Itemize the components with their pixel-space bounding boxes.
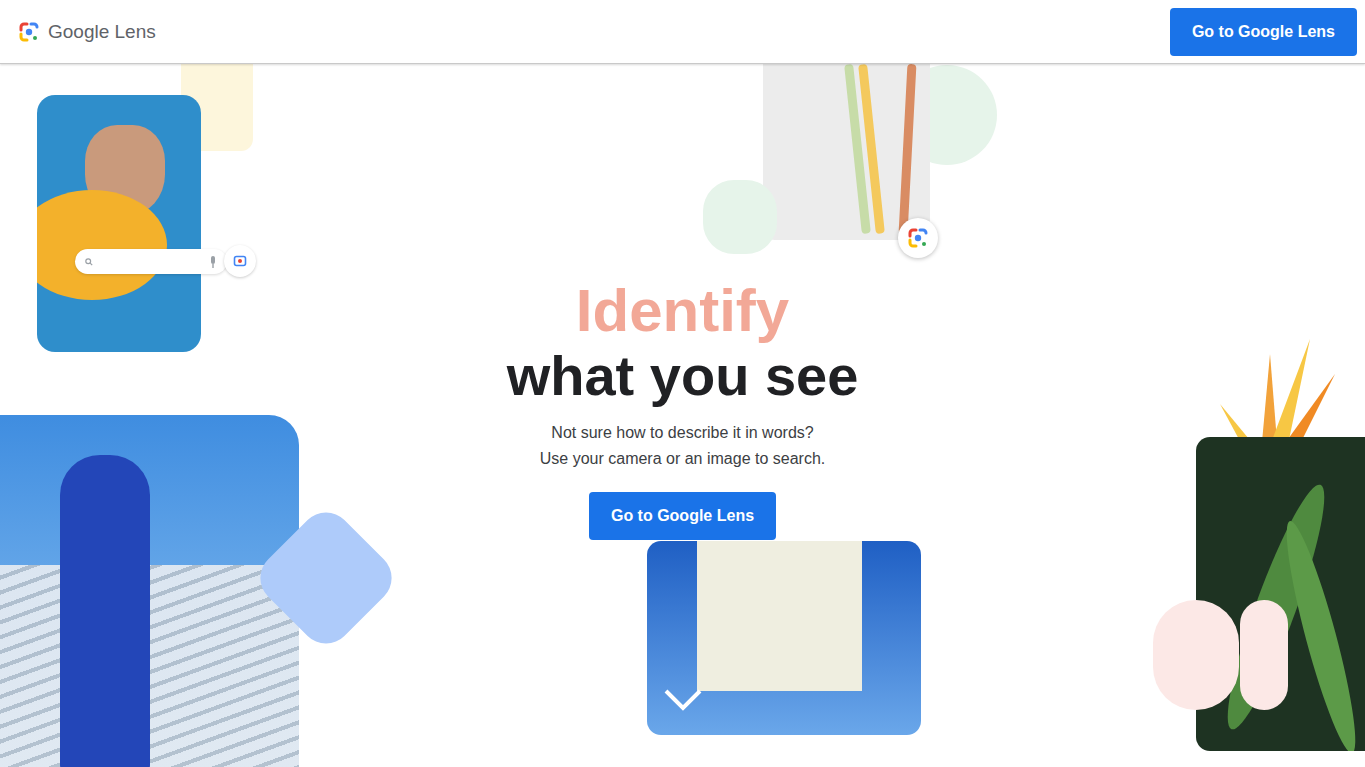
chevron-down-icon[interactable] — [663, 688, 703, 712]
subtitle-line: Use your camera or an image to search. — [540, 446, 825, 472]
hero-content: Identify what you see Not sure how to de… — [0, 64, 1365, 540]
flower-photo — [1196, 437, 1365, 751]
hero: Identify what you see Not sure how to de… — [0, 64, 1365, 767]
green-flower-shape — [703, 180, 777, 254]
camera-button-illustration — [224, 245, 256, 277]
google-lens-logo-icon — [18, 21, 40, 43]
subtitle-line: Not sure how to describe it in words? — [551, 420, 813, 446]
lens-camera-icon — [233, 254, 247, 268]
lens-badge — [898, 218, 938, 258]
hero-title: what you see — [507, 344, 859, 408]
brand[interactable]: Google Lens — [18, 21, 156, 43]
math-notes-photo — [763, 64, 930, 240]
pink-shape — [1240, 600, 1288, 710]
search-icon — [85, 258, 93, 266]
search-bar-illustration — [75, 249, 227, 274]
pink-shape — [1153, 600, 1239, 710]
korean-note-photo — [647, 541, 921, 735]
logo-text: Google Lens — [48, 21, 156, 43]
hero-cta-button[interactable]: Go to Google Lens — [589, 492, 776, 540]
hero-subtitle: Not sure how to describe it in words?Use… — [540, 420, 825, 472]
header-cta-button[interactable]: Go to Google Lens — [1170, 8, 1357, 56]
page: Google Lens Go to Google Lens Identify w… — [0, 0, 1365, 767]
google-lens-icon — [907, 227, 929, 249]
hero-highlight: Identify — [576, 278, 789, 344]
fashion-photo — [0, 415, 299, 767]
mic-icon — [209, 256, 217, 268]
header: Google Lens Go to Google Lens — [0, 0, 1365, 64]
dog-photo — [37, 95, 201, 352]
